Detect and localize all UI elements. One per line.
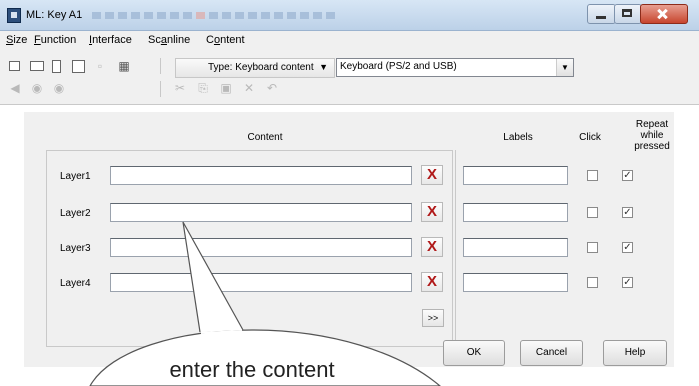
key-dialog-window: ML: Key A1 Size Function Interface Scanl… [0, 0, 699, 386]
callout-text: enter the content [169, 357, 335, 382]
callout-bubble [89, 221, 441, 386]
